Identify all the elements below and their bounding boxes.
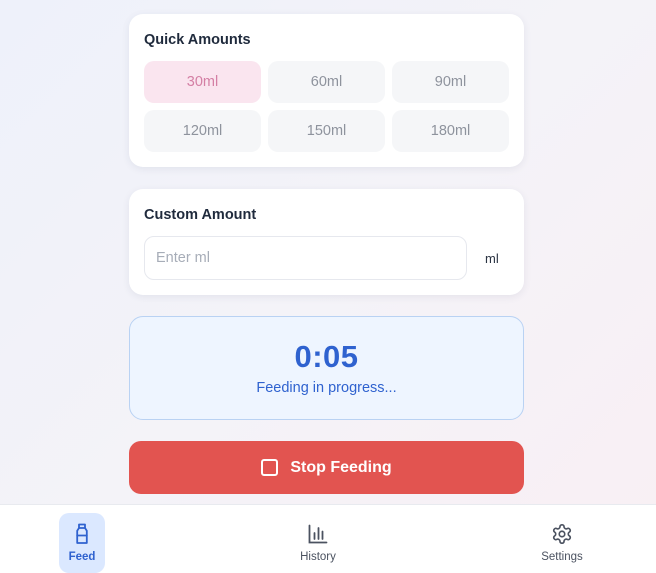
feeding-status: Feeding in progress... <box>256 380 397 396</box>
stop-square-icon <box>261 459 279 476</box>
bar-chart-icon <box>308 524 328 544</box>
stop-feeding-button[interactable]: Stop Feeding <box>129 441 524 494</box>
quick-amounts-title: Quick Amounts <box>144 32 251 48</box>
amount-button-60ml[interactable]: 60ml <box>268 61 385 103</box>
amount-button-180ml[interactable]: 180ml <box>392 110 509 152</box>
custom-amount-title: Custom Amount <box>144 207 257 223</box>
tab-settings[interactable]: Settings <box>539 513 585 573</box>
custom-amount-input[interactable] <box>144 236 467 280</box>
amount-button-150ml[interactable]: 150ml <box>268 110 385 152</box>
bottle-icon <box>76 523 88 544</box>
elapsed-time: 0:05 <box>294 339 359 374</box>
tab-history[interactable]: History <box>295 513 341 573</box>
tab-settings-label: Settings <box>541 551 583 563</box>
gear-icon <box>552 524 572 544</box>
amount-button-90ml[interactable]: 90ml <box>392 61 509 103</box>
quick-amount-grid: 30ml 60ml 90ml 120ml 150ml 180ml <box>144 61 509 152</box>
tab-feed-label: Feed <box>68 551 96 563</box>
feeding-timer-card: 0:05 Feeding in progress... <box>129 316 524 420</box>
amount-button-30ml[interactable]: 30ml <box>144 61 261 103</box>
tab-feed[interactable]: Feed <box>59 513 105 573</box>
tab-history-label: History <box>300 551 336 563</box>
custom-amount-card: Custom Amount ml <box>129 189 524 295</box>
stop-feeding-label: Stop Feeding <box>290 458 392 476</box>
unit-label: ml <box>485 251 499 266</box>
bottom-tab-bar: Feed History Settings <box>0 504 656 573</box>
quick-amounts-card: Quick Amounts 30ml 60ml 90ml 120ml 150ml… <box>129 14 524 167</box>
amount-button-120ml[interactable]: 120ml <box>144 110 261 152</box>
